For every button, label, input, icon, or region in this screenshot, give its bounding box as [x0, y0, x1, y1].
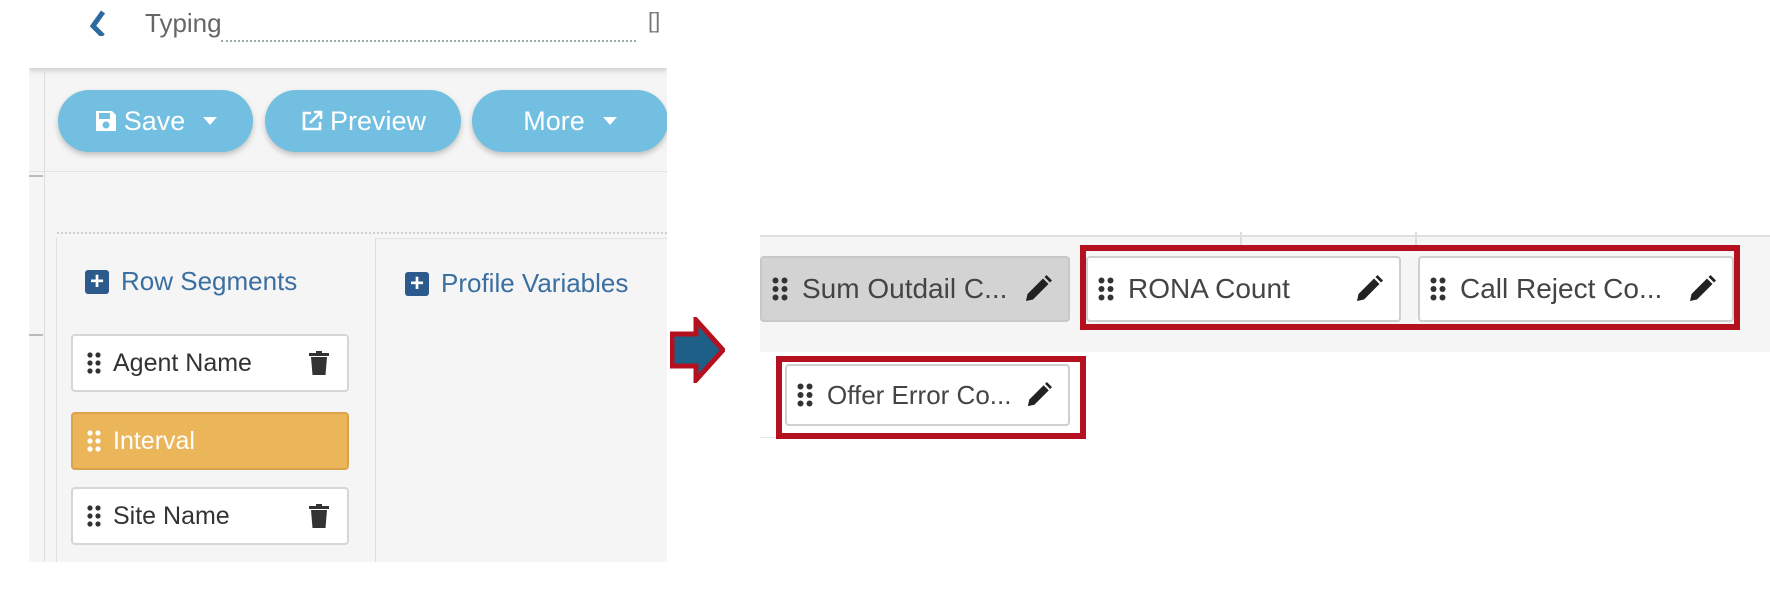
- report-header: Typing []: [29, 0, 667, 68]
- field-chip-label: Sum Outdail C...: [802, 273, 1008, 304]
- header-right-glyph: []: [648, 8, 661, 33]
- report-name-underline: [221, 40, 636, 42]
- more-button-label: More: [523, 105, 585, 136]
- plus-square-icon: +: [405, 271, 429, 296]
- column-separator: [1415, 232, 1417, 246]
- save-button-label: Save: [123, 105, 186, 136]
- drag-handle-icon[interactable]: [87, 430, 101, 452]
- chevron-down-icon: [602, 117, 617, 125]
- row-segment-label: Site Name: [113, 501, 230, 530]
- toolbar-divider: [29, 171, 667, 172]
- column-separator: [1240, 232, 1242, 246]
- section-divider: [57, 232, 667, 234]
- drag-handle-icon[interactable]: [87, 505, 101, 527]
- row-segment-site-name[interactable]: Site Name: [71, 487, 349, 545]
- row-segments-title: Row Segments: [121, 266, 298, 296]
- row-segment-label: Agent Name: [113, 348, 252, 377]
- plus-square-icon: +: [85, 269, 109, 294]
- drag-handle-icon[interactable]: [772, 277, 788, 301]
- back-arrow-icon[interactable]: [79, 10, 105, 36]
- add-profile-variable-button[interactable]: + Profile Variables: [405, 268, 628, 299]
- report-editor-panel: Typing [] Save Preview More + Row Segmen…: [29, 0, 667, 562]
- pencil-icon[interactable]: [1024, 275, 1052, 303]
- profile-variables-title: Profile Variables: [441, 268, 629, 298]
- chevron-down-icon: [203, 117, 218, 125]
- preview-button-label: Preview: [329, 105, 427, 136]
- left-edge-mark: [29, 175, 43, 177]
- row-segment-agent-name[interactable]: Agent Name: [71, 334, 349, 392]
- highlight-box: [1080, 245, 1740, 330]
- preview-button[interactable]: Preview: [265, 90, 461, 152]
- field-chip-sum-outdail[interactable]: Sum Outdail C...: [760, 256, 1070, 322]
- left-edge-mark: [29, 334, 43, 336]
- add-row-segment-button[interactable]: + Row Segments: [85, 266, 297, 297]
- left-edge-line: [44, 68, 45, 562]
- drag-handle-icon[interactable]: [87, 352, 101, 374]
- more-button[interactable]: More: [472, 90, 667, 152]
- row-segment-label: Interval: [113, 426, 195, 455]
- trash-icon[interactable]: [309, 504, 329, 528]
- external-link-icon: [302, 110, 323, 131]
- right-arrow-icon: [670, 317, 725, 383]
- report-name-input[interactable]: Typing: [145, 8, 222, 39]
- trash-icon[interactable]: [309, 351, 329, 375]
- floppy-disk-icon: [95, 111, 116, 131]
- save-button[interactable]: Save: [58, 90, 253, 152]
- row-segment-interval[interactable]: Interval: [71, 412, 349, 470]
- highlight-box: [776, 356, 1086, 439]
